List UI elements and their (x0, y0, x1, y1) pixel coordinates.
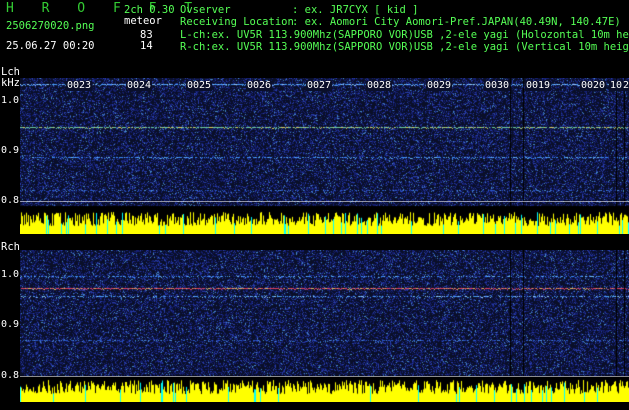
time-label-0029: 0029 (426, 80, 453, 91)
time-label-2: 2 (622, 80, 629, 91)
filename-label: 2506270020.png (6, 20, 95, 32)
lch-waterfall (20, 78, 629, 234)
lch-ytick-1: 1.0 (1, 95, 20, 106)
rch-ytick-3: 0.8 (1, 370, 20, 381)
rch-channel-label: Rch (1, 241, 20, 253)
lch-unit-label: kHz (1, 77, 20, 89)
meteor-label: meteor (124, 15, 162, 27)
rch-waterfall (20, 250, 629, 402)
time-label-0027: 0027 (306, 80, 333, 91)
time-label-0025: 0025 (186, 80, 213, 91)
rch-count: 14 (140, 40, 153, 52)
location-value: : ex. Aomori City Aomori-Pref.JAPAN(40.4… (292, 16, 621, 28)
time-label-0020: 0020 (580, 80, 607, 91)
observer-value: : ex. JR7CYX [ kid ] (292, 4, 419, 16)
rch-info: R-ch:ex. UV5R 113.900Mhz(SAPPORO VOR)USB… (180, 41, 629, 53)
timestamp-label: 25.06.27 00:20 (6, 40, 95, 52)
rch-ytick-2: 0.9 (1, 319, 20, 330)
lch-ytick-3: 0.8 (1, 195, 20, 206)
lch-ytick-2: 0.9 (1, 145, 20, 156)
rch-ytick-1: 1.0 (1, 269, 20, 280)
time-label-0030: 0030 (484, 80, 511, 91)
time-label-0023: 0023 (66, 80, 93, 91)
time-label-0024: 0024 (126, 80, 153, 91)
time-label-0026: 0026 (246, 80, 273, 91)
time-label-0028: 0028 (366, 80, 393, 91)
lch-info: L-ch:ex. UV5R 113.900Mhz(SAPPORO VOR)USB… (180, 29, 629, 41)
observer-label: Ovserver (180, 4, 231, 16)
rch-baseline (20, 376, 629, 377)
lch-baseline (20, 201, 629, 202)
location-label: Receiving Location (180, 16, 294, 28)
time-label-10: 10 (609, 80, 624, 91)
time-label-0019: 0019 (525, 80, 552, 91)
